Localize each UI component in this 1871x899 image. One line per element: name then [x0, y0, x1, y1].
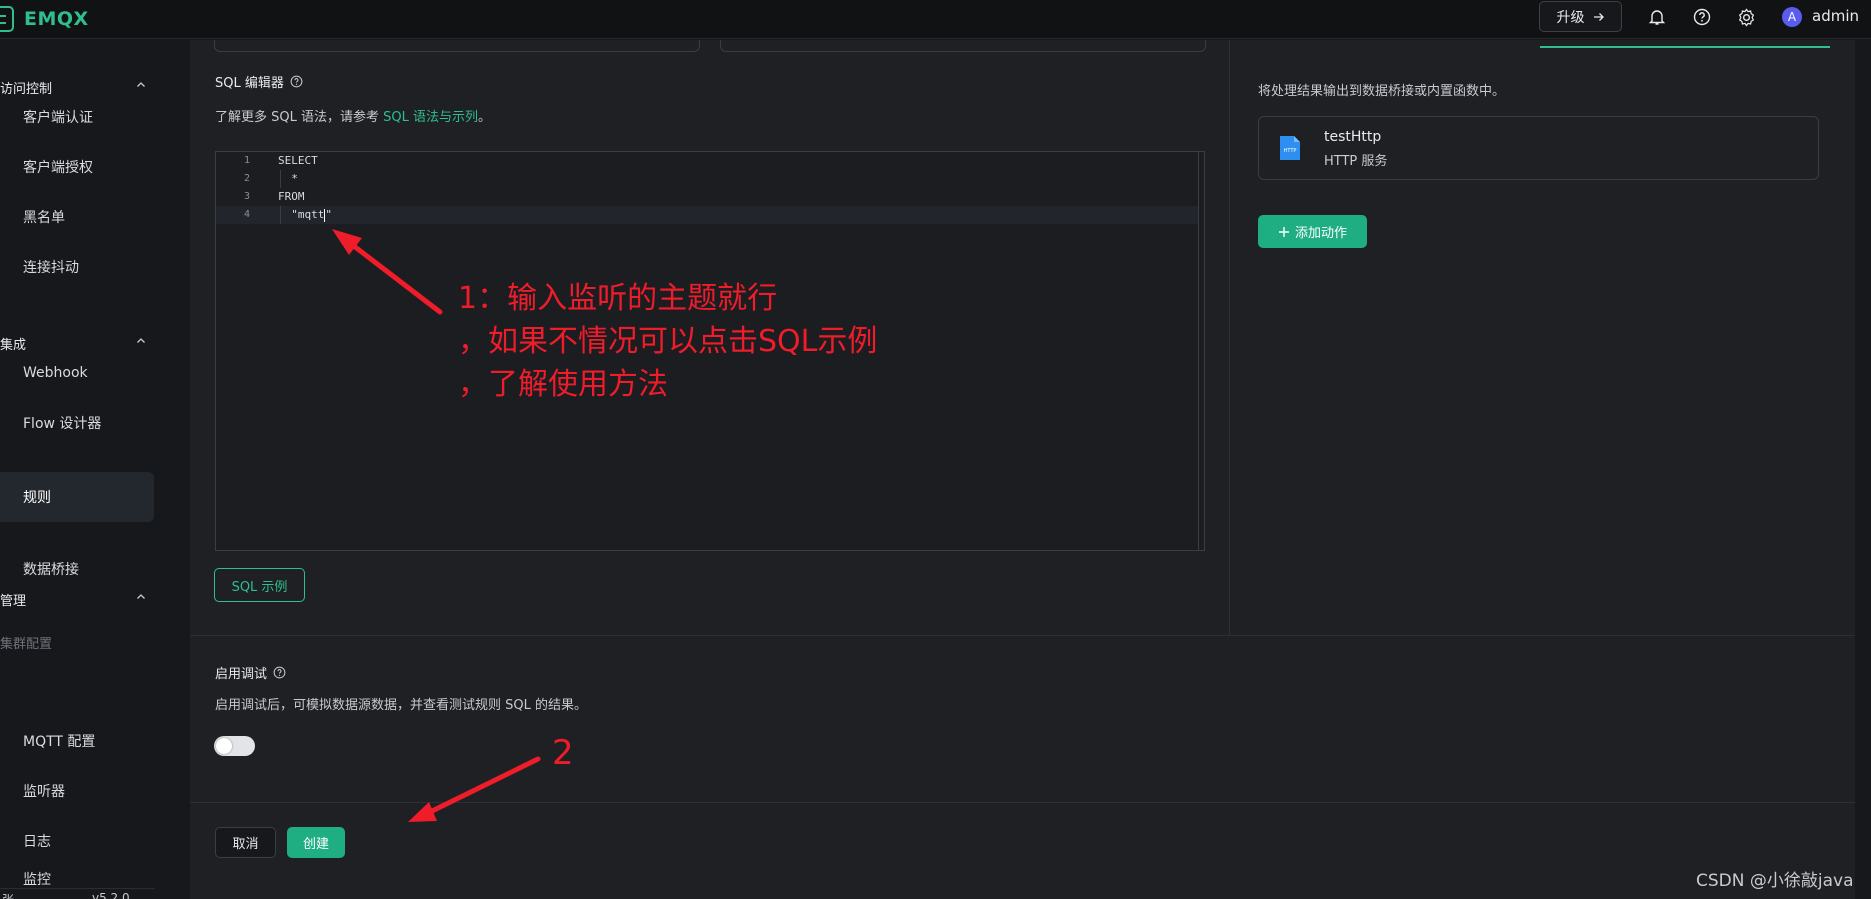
sidebar-item-webhook[interactable]: Webhook [0, 349, 154, 397]
sql-editor-title: SQL 编辑器 [215, 72, 303, 91]
sidebar-footer: 张 v5.2.0 [0, 888, 155, 899]
panel-divider [1229, 40, 1230, 635]
sidebar-item-label: Webhook [23, 365, 88, 381]
watermark: CSDN @小徐敲java [1696, 871, 1854, 891]
add-action-button[interactable]: 添加动作 [1258, 215, 1367, 248]
upgrade-label: 升级 [1556, 9, 1585, 26]
sidebar-item-label: 规则 [23, 490, 51, 506]
section-divider [190, 635, 1855, 636]
arrow-right-icon [1593, 12, 1604, 21]
sidebar-item-client-authz[interactable]: 客户端授权 [0, 143, 154, 191]
line-number: 1 [243, 155, 250, 166]
code-line-text: "mqtt [278, 208, 325, 221]
sidebar-item-logs[interactable]: 日志 [0, 817, 154, 865]
create-button[interactable]: 创建 [287, 827, 345, 858]
toggle-knob [216, 738, 232, 754]
emqx-logo[interactable]: EMQX [0, 6, 89, 32]
footer-divider [190, 802, 1855, 803]
bell-icon[interactable] [1646, 6, 1668, 28]
logo-text: EMQX [24, 8, 89, 30]
sidebar-item-label: 监听器 [23, 784, 65, 800]
input-field-stub[interactable] [214, 40, 700, 52]
http-icon-text: HTTP [1284, 148, 1297, 154]
sidebar-footer-left: 张 [2, 891, 14, 899]
active-tab-indicator [1540, 46, 1830, 48]
help-icon[interactable] [290, 75, 303, 88]
version-label: v5.2.0 [92, 891, 130, 899]
line-number: 4 [243, 209, 250, 220]
sidebar-item-mqtt-config[interactable]: MQTT 配置 [0, 717, 154, 765]
plus-icon [1278, 226, 1289, 237]
annotation-note-2: 2 [552, 733, 574, 773]
debug-title: 启用调试 [215, 663, 286, 682]
sql-editor-title-text: SQL 编辑器 [215, 76, 284, 91]
sidebar-item-data-bridge[interactable]: 数据桥接 [0, 545, 154, 593]
sidebar-item-cluster-config: 集群配置 [0, 627, 154, 657]
debug-hint: 启用调试后，可模拟数据源数据，并查看测试规则 SQL 的结果。 [215, 698, 587, 713]
input-field-stub[interactable] [720, 40, 1206, 52]
emqx-logo-mark [0, 6, 14, 32]
sidebar-group-management[interactable]: 管理 [0, 587, 155, 611]
sidebar-group-label: 管理 [0, 593, 27, 609]
action-type: HTTP 服务 [1324, 154, 1388, 169]
upgrade-button[interactable]: 升级 [1539, 1, 1622, 32]
debug-toggle[interactable] [214, 736, 255, 756]
cancel-button[interactable]: 取消 [215, 827, 276, 858]
chevron-up-icon [137, 594, 145, 599]
debug-title-text: 启用调试 [215, 667, 268, 682]
top-bar: EMQX 升级 A admin [0, 0, 1871, 39]
editor-scroll-edge [1198, 152, 1199, 550]
sidebar-item-label: 数据桥接 [23, 562, 79, 578]
code-line: SELECT [278, 154, 318, 167]
sidebar-item-label: Flow 设计器 [23, 416, 102, 432]
code-line: FROM [278, 190, 305, 203]
action-card[interactable]: HTTP testHttp HTTP 服务 [1258, 116, 1819, 180]
line-number: 2 [243, 173, 250, 184]
chevron-up-icon [137, 338, 145, 343]
chevron-up-icon [137, 82, 145, 87]
annotation-note-1-line-1: 1：输入监听的主题就行 [458, 281, 778, 316]
avatar[interactable]: A [1782, 7, 1802, 27]
code-line-tail: " [325, 208, 332, 221]
username[interactable]: admin [1812, 7, 1859, 25]
sidebar-item-listeners[interactable]: 监听器 [0, 767, 154, 815]
code-lines[interactable]: SELECT * FROM "mqtt" [278, 152, 1198, 224]
code-line: * [278, 172, 298, 185]
add-action-label: 添加动作 [1294, 226, 1347, 241]
action-name: testHttp [1324, 129, 1382, 145]
sidebar-item-label: 日志 [23, 834, 51, 850]
help-icon[interactable] [273, 666, 286, 679]
sql-syntax-link[interactable]: SQL 语法与示列 [383, 110, 478, 125]
sidebar-item-blacklist[interactable]: 黑名单 [0, 193, 154, 241]
sidebar-item-label: MQTT 配置 [23, 734, 96, 750]
line-numbers: 1 2 3 4 [216, 152, 260, 550]
sidebar-item-rules[interactable]: 规则 [0, 472, 154, 522]
sidebar-item-label: 黑名单 [23, 210, 65, 226]
sidebar-item-label: 客户端认证 [23, 110, 93, 126]
annotation-note-1-line-3: ，了解使用方法 [458, 367, 668, 402]
sql-hint-suffix: 。 [478, 110, 492, 125]
actions-hint: 将处理结果输出到数据桥接或内置函数中。 [1258, 84, 1506, 99]
sidebar-item-label: 集群配置 [0, 636, 53, 652]
annotation-note-1-line-2: ，如果不情况可以点击SQL示例 [458, 324, 878, 359]
sql-example-button[interactable]: SQL 示例 [214, 568, 305, 602]
code-line-current: "mqtt" [278, 206, 1198, 224]
sidebar-item-label: 监控 [23, 872, 51, 888]
line-number: 3 [243, 191, 250, 202]
sidebar-item-client-authn[interactable]: 客户端认证 [0, 93, 154, 141]
http-file-icon: HTTP [1280, 136, 1300, 160]
sidebar-item-label: 连接抖动 [23, 260, 79, 276]
sidebar-item-flapping[interactable]: 连接抖动 [0, 243, 154, 291]
sidebar-item-flow-designer[interactable]: Flow 设计器 [0, 399, 154, 447]
sidebar: 访问控制 客户端认证 客户端授权 黑名单 连接抖动 集成 Webhook Flo… [0, 40, 155, 899]
gear-icon[interactable] [1735, 6, 1757, 28]
help-icon[interactable] [1691, 6, 1713, 28]
sql-editor-hint: 了解更多 SQL 语法，请参考 SQL 语法与示列。 [215, 106, 491, 125]
sidebar-item-label: 客户端授权 [23, 160, 93, 176]
sql-hint-prefix: 了解更多 SQL 语法，请参考 [215, 110, 384, 125]
